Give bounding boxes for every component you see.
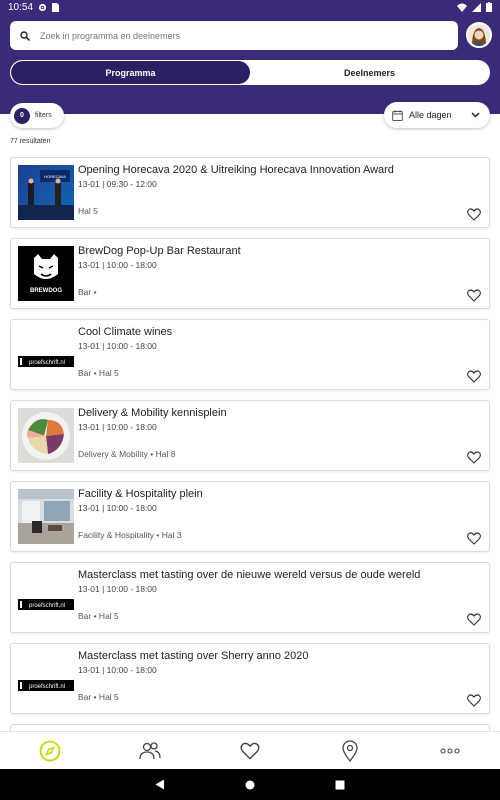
heart-icon bbox=[240, 742, 260, 760]
search-icon bbox=[20, 30, 30, 41]
proefschrift-logo-image: proefschrift.nl bbox=[18, 651, 74, 706]
favorite-heart-icon[interactable] bbox=[467, 613, 481, 626]
item-thumbnail: proefschrift.nl bbox=[18, 570, 74, 625]
item-location: Bar • Hal 5 bbox=[78, 611, 119, 621]
item-thumbnail: HORECAVA bbox=[18, 165, 74, 220]
brewdog-logo-image: BREWDOG bbox=[18, 246, 74, 301]
item-time: 13-01 | 09:30 - 12:00 bbox=[78, 179, 157, 189]
bottom-nav bbox=[0, 731, 500, 769]
item-time: 13-01 | 10:00 - 18:00 bbox=[78, 665, 157, 675]
nav-participants[interactable] bbox=[120, 736, 180, 766]
stage-photo-image: HORECAVA bbox=[18, 165, 74, 220]
nav-favorites[interactable] bbox=[220, 736, 280, 766]
avatar[interactable] bbox=[466, 22, 492, 48]
compass-icon bbox=[39, 740, 61, 761]
filter-count-badge: 0 bbox=[14, 107, 30, 124]
favorite-heart-icon[interactable] bbox=[467, 289, 481, 302]
sim-card-icon bbox=[52, 2, 60, 12]
proefschrift-logo-text: proefschrift.nl bbox=[29, 603, 65, 609]
item-time: 13-01 | 10:00 - 18:00 bbox=[78, 260, 157, 270]
signal-icon bbox=[472, 2, 481, 12]
app-header: Programma Deelnemers bbox=[0, 14, 500, 114]
food-bowl-photo-image bbox=[18, 408, 74, 463]
view-switcher: Programma Deelnemers bbox=[10, 60, 490, 85]
item-title: Masterclass met tasting over Sherry anno… bbox=[78, 650, 309, 662]
horecava-screen-text: HORECAVA bbox=[44, 174, 66, 179]
filters-button[interactable]: 0 filters bbox=[10, 103, 64, 128]
item-thumbnail: proefschrift.nl bbox=[18, 651, 74, 706]
favorite-heart-icon[interactable] bbox=[467, 208, 481, 221]
item-thumbnail: proefschrift.nl bbox=[18, 327, 74, 382]
item-time: 13-01 | 10:00 - 18:00 bbox=[78, 503, 157, 513]
list-item[interactable]: proefschrift.nl Cool Climate wines 13-01… bbox=[10, 319, 490, 390]
nav-more[interactable] bbox=[420, 736, 480, 766]
item-title: Opening Horecava 2020 & Uitreiking Horec… bbox=[78, 164, 394, 176]
item-time: 13-01 | 10:00 - 18:00 bbox=[78, 584, 157, 594]
lounge-photo-image bbox=[18, 489, 74, 544]
people-icon bbox=[139, 741, 161, 759]
search-input[interactable] bbox=[40, 30, 440, 41]
recents-square-icon bbox=[335, 780, 345, 789]
favorite-heart-icon[interactable] bbox=[467, 694, 481, 707]
item-location: Facility & Hospitality • Hal 3 bbox=[78, 530, 182, 540]
item-location: Bar • Hal 5 bbox=[78, 368, 119, 378]
item-thumbnail bbox=[18, 489, 74, 544]
results-count: 77 resultaten bbox=[10, 138, 51, 145]
proefschrift-logo-text: proefschrift.nl bbox=[29, 684, 65, 690]
status-bar: 10:54 bbox=[0, 0, 500, 14]
recents-button[interactable] bbox=[330, 775, 350, 795]
battery-icon bbox=[486, 2, 492, 12]
item-time: 13-01 | 10:00 - 18:00 bbox=[78, 422, 157, 432]
list-item[interactable]: Delivery & Mobility kennisplein 13-01 | … bbox=[10, 400, 490, 471]
calendar-icon bbox=[392, 109, 403, 121]
list-item[interactable]: proefschrift.nl Masterclass met tasting … bbox=[10, 643, 490, 714]
favorite-heart-icon[interactable] bbox=[467, 370, 481, 383]
proefschrift-logo-image: proefschrift.nl bbox=[18, 570, 74, 625]
nav-program[interactable] bbox=[20, 736, 80, 766]
favorite-heart-icon[interactable] bbox=[467, 451, 481, 464]
list-item[interactable]: Facility & Hospitality plein 13-01 | 10:… bbox=[10, 481, 490, 552]
item-title: BrewDog Pop-Up Bar Restaurant bbox=[78, 245, 241, 257]
back-triangle-icon bbox=[155, 779, 164, 790]
day-select[interactable]: Alle dagen bbox=[384, 102, 490, 128]
item-title: Masterclass met tasting over de nieuwe w… bbox=[78, 569, 421, 581]
wifi-icon bbox=[457, 3, 467, 12]
nav-map[interactable] bbox=[320, 736, 380, 766]
item-location: Delivery & Mobility • Hal 8 bbox=[78, 449, 176, 459]
item-location: Bar • bbox=[78, 287, 97, 297]
list-item[interactable]: BREWDOG BrewDog Pop-Up Bar Restaurant 13… bbox=[10, 238, 490, 309]
search-bar[interactable] bbox=[10, 21, 458, 50]
tab-deelnemers[interactable]: Deelnemers bbox=[250, 61, 489, 84]
user-avatar-icon bbox=[468, 24, 490, 46]
filters-label: filters bbox=[35, 112, 52, 119]
brewdog-logo-text: BREWDOG bbox=[30, 288, 62, 294]
item-thumbnail: BREWDOG bbox=[18, 246, 74, 301]
item-location: Bar • Hal 5 bbox=[78, 692, 119, 702]
item-thumbnail bbox=[18, 408, 74, 463]
list-item[interactable]: proefschrift.nl Masterclass met tasting … bbox=[10, 562, 490, 633]
map-pin-icon bbox=[342, 739, 358, 762]
settings-icon bbox=[38, 3, 47, 11]
day-select-value: Alle dagen bbox=[409, 110, 452, 120]
item-time: 13-01 | 10:00 - 18:00 bbox=[78, 341, 157, 351]
proefschrift-logo-image: proefschrift.nl bbox=[18, 327, 74, 382]
home-button[interactable] bbox=[240, 775, 260, 795]
back-button[interactable] bbox=[150, 775, 170, 795]
system-nav-bar bbox=[0, 769, 500, 800]
item-title: Cool Climate wines bbox=[78, 326, 173, 338]
tab-programma[interactable]: Programma bbox=[11, 61, 250, 84]
proefschrift-logo-text: proefschrift.nl bbox=[29, 360, 65, 366]
more-icon bbox=[440, 747, 460, 754]
home-circle-icon bbox=[245, 780, 255, 789]
item-location: Hal 5 bbox=[78, 206, 98, 216]
item-title: Facility & Hospitality plein bbox=[78, 488, 203, 500]
status-time: 10:54 bbox=[8, 1, 34, 13]
favorite-heart-icon[interactable] bbox=[467, 532, 481, 545]
item-title: Delivery & Mobility kennisplein bbox=[78, 407, 227, 419]
list-item[interactable]: HORECAVA Opening Horecava 2020 & Uitreik… bbox=[10, 157, 490, 228]
chevron-down-icon bbox=[471, 112, 480, 118]
